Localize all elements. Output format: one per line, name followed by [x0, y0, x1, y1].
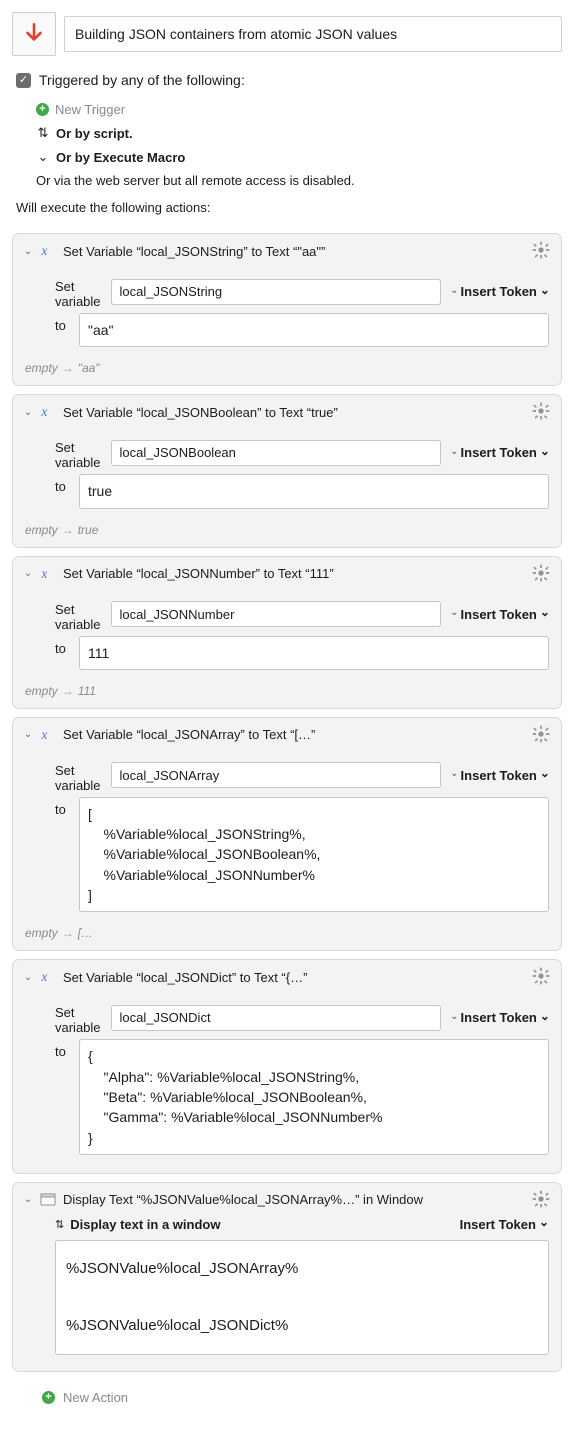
trigger-by-execute-macro[interactable]: ⌄ Or by Execute Macro	[36, 145, 562, 169]
updown-icon: ⇅	[55, 1218, 64, 1231]
action-title: Set Variable “local_JSONDict” to Text “{…	[63, 970, 307, 985]
variable-value-input[interactable]: [ %Variable%local_JSONString%, %Variable…	[79, 797, 549, 912]
trigger-exec-label: Or by Execute Macro	[56, 150, 185, 165]
macro-title-input[interactable]: Building JSON containers from atomic JSO…	[64, 16, 562, 52]
trigger-heading: Triggered by any of the following:	[39, 72, 245, 88]
disclosure-toggle[interactable]: ⌄	[23, 568, 33, 579]
variable-value-input[interactable]: true	[79, 474, 549, 508]
chevron-down-icon: ⌄	[36, 149, 50, 165]
display-mode-select[interactable]: ⇅ Display text in a window	[55, 1217, 220, 1232]
new-trigger-button[interactable]: + New Trigger	[36, 98, 562, 121]
svg-text:x: x	[40, 566, 47, 581]
set-variable-label: Set variable	[55, 758, 101, 793]
insert-token-button[interactable]: Insert Token	[461, 445, 550, 460]
action-set-variable[interactable]: ⌄ x Set Variable “local_JSONArray” to Te…	[12, 717, 562, 951]
chevron-down-icon: ⌄	[450, 285, 458, 296]
action-set-variable[interactable]: ⌄ x Set Variable “local_JSONBoolean” to …	[12, 394, 562, 547]
variable-icon: x	[39, 968, 57, 986]
variable-icon: x	[39, 565, 57, 583]
disclosure-toggle[interactable]: ⌄	[23, 729, 33, 740]
window-icon	[39, 1191, 57, 1209]
set-variable-label: Set variable	[55, 274, 101, 309]
updown-icon: ⇅	[36, 125, 50, 141]
action-title: Set Variable “local_JSONNumber” to Text …	[63, 566, 334, 581]
to-label: to	[55, 797, 71, 817]
chevron-down-icon: ⌄	[450, 768, 458, 779]
to-label: to	[55, 313, 71, 333]
insert-token-button[interactable]: Insert Token	[461, 284, 550, 299]
insert-token-button[interactable]: Insert Token	[460, 1217, 549, 1232]
enabled-checkbox[interactable]: ✓	[16, 73, 31, 88]
plus-icon: +	[36, 103, 49, 116]
variable-icon: x	[39, 726, 57, 744]
svg-text:x: x	[40, 404, 47, 419]
set-variable-label: Set variable	[55, 435, 101, 470]
gear-icon[interactable]	[531, 1189, 551, 1209]
chevron-down-icon: ⌄	[450, 1011, 458, 1022]
to-label: to	[55, 474, 71, 494]
down-arrow-icon	[21, 21, 47, 47]
svg-text:x: x	[40, 243, 47, 258]
set-variable-label: Set variable	[55, 597, 101, 632]
trigger-script-label: Or by script.	[56, 126, 133, 141]
chevron-down-icon: ⌄	[450, 446, 458, 457]
value-preview: empty → […	[13, 920, 561, 940]
gear-icon[interactable]	[531, 724, 551, 744]
set-variable-label: Set variable	[55, 1000, 101, 1035]
insert-token-button[interactable]: Insert Token	[461, 768, 550, 783]
to-label: to	[55, 636, 71, 656]
actions-lead: Will execute the following actions:	[12, 192, 562, 225]
disclosure-toggle[interactable]: ⌄	[23, 407, 33, 418]
action-set-variable[interactable]: ⌄ x Set Variable “local_JSONNumber” to T…	[12, 556, 562, 709]
disclosure-toggle[interactable]: ⌄	[23, 972, 33, 983]
variable-value-input[interactable]: "aa"	[79, 313, 549, 347]
gear-icon[interactable]	[531, 966, 551, 986]
trigger-by-script[interactable]: ⇅ Or by script.	[36, 121, 562, 145]
action-title: Set Variable “local_JSONString” to Text …	[63, 244, 325, 259]
svg-text:x: x	[40, 969, 47, 984]
new-action-button[interactable]: + New Action	[12, 1380, 562, 1405]
action-set-variable[interactable]: ⌄ x Set Variable “local_JSONDict” to Tex…	[12, 959, 562, 1173]
display-text-body[interactable]: %JSONValue%local_JSONArray% %JSONValue%l…	[55, 1240, 549, 1356]
to-label: to	[55, 1039, 71, 1059]
gear-icon[interactable]	[531, 563, 551, 583]
insert-token-button[interactable]: Insert Token	[461, 607, 550, 622]
action-title: Display Text “%JSONValue%local_JSONArray…	[63, 1192, 423, 1207]
action-title: Set Variable “local_JSONBoolean” to Text…	[63, 405, 338, 420]
disclosure-toggle[interactable]: ⌄	[23, 1194, 33, 1205]
variable-name-select[interactable]: local_JSONString	[111, 279, 441, 305]
action-title: Set Variable “local_JSONArray” to Text “…	[63, 727, 315, 742]
chevron-down-icon: ⌄	[450, 607, 458, 618]
variable-value-input[interactable]: 111	[79, 636, 549, 670]
action-set-variable[interactable]: ⌄ x Set Variable “local_JSONString” to T…	[12, 233, 562, 386]
variable-name-select[interactable]: local_JSONArray	[111, 762, 441, 788]
variable-name-select[interactable]: local_JSONNumber	[111, 601, 441, 627]
plus-icon: +	[42, 1391, 55, 1404]
svg-text:x: x	[40, 727, 47, 742]
variable-name-select[interactable]: local_JSONBoolean	[111, 440, 441, 466]
macro-icon[interactable]	[12, 12, 56, 56]
variable-name-select[interactable]: local_JSONDict	[111, 1005, 441, 1031]
insert-token-button[interactable]: Insert Token	[461, 1010, 550, 1025]
variable-icon: x	[39, 403, 57, 421]
new-action-label: New Action	[63, 1390, 128, 1405]
variable-icon: x	[39, 242, 57, 260]
action-display-text[interactable]: ⌄ Display Text “%JSONValue%local_JSONArr…	[12, 1182, 562, 1373]
value-preview: empty → true	[13, 517, 561, 537]
value-preview: empty → 111	[13, 678, 561, 698]
new-trigger-label: New Trigger	[55, 102, 125, 117]
value-preview: empty → "aa"	[13, 355, 561, 375]
disclosure-toggle[interactable]: ⌄	[23, 246, 33, 257]
trigger-webserver-note: Or via the web server but all remote acc…	[36, 169, 562, 192]
gear-icon[interactable]	[531, 401, 551, 421]
variable-value-input[interactable]: { "Alpha": %Variable%local_JSONString%, …	[79, 1039, 549, 1154]
gear-icon[interactable]	[531, 240, 551, 260]
